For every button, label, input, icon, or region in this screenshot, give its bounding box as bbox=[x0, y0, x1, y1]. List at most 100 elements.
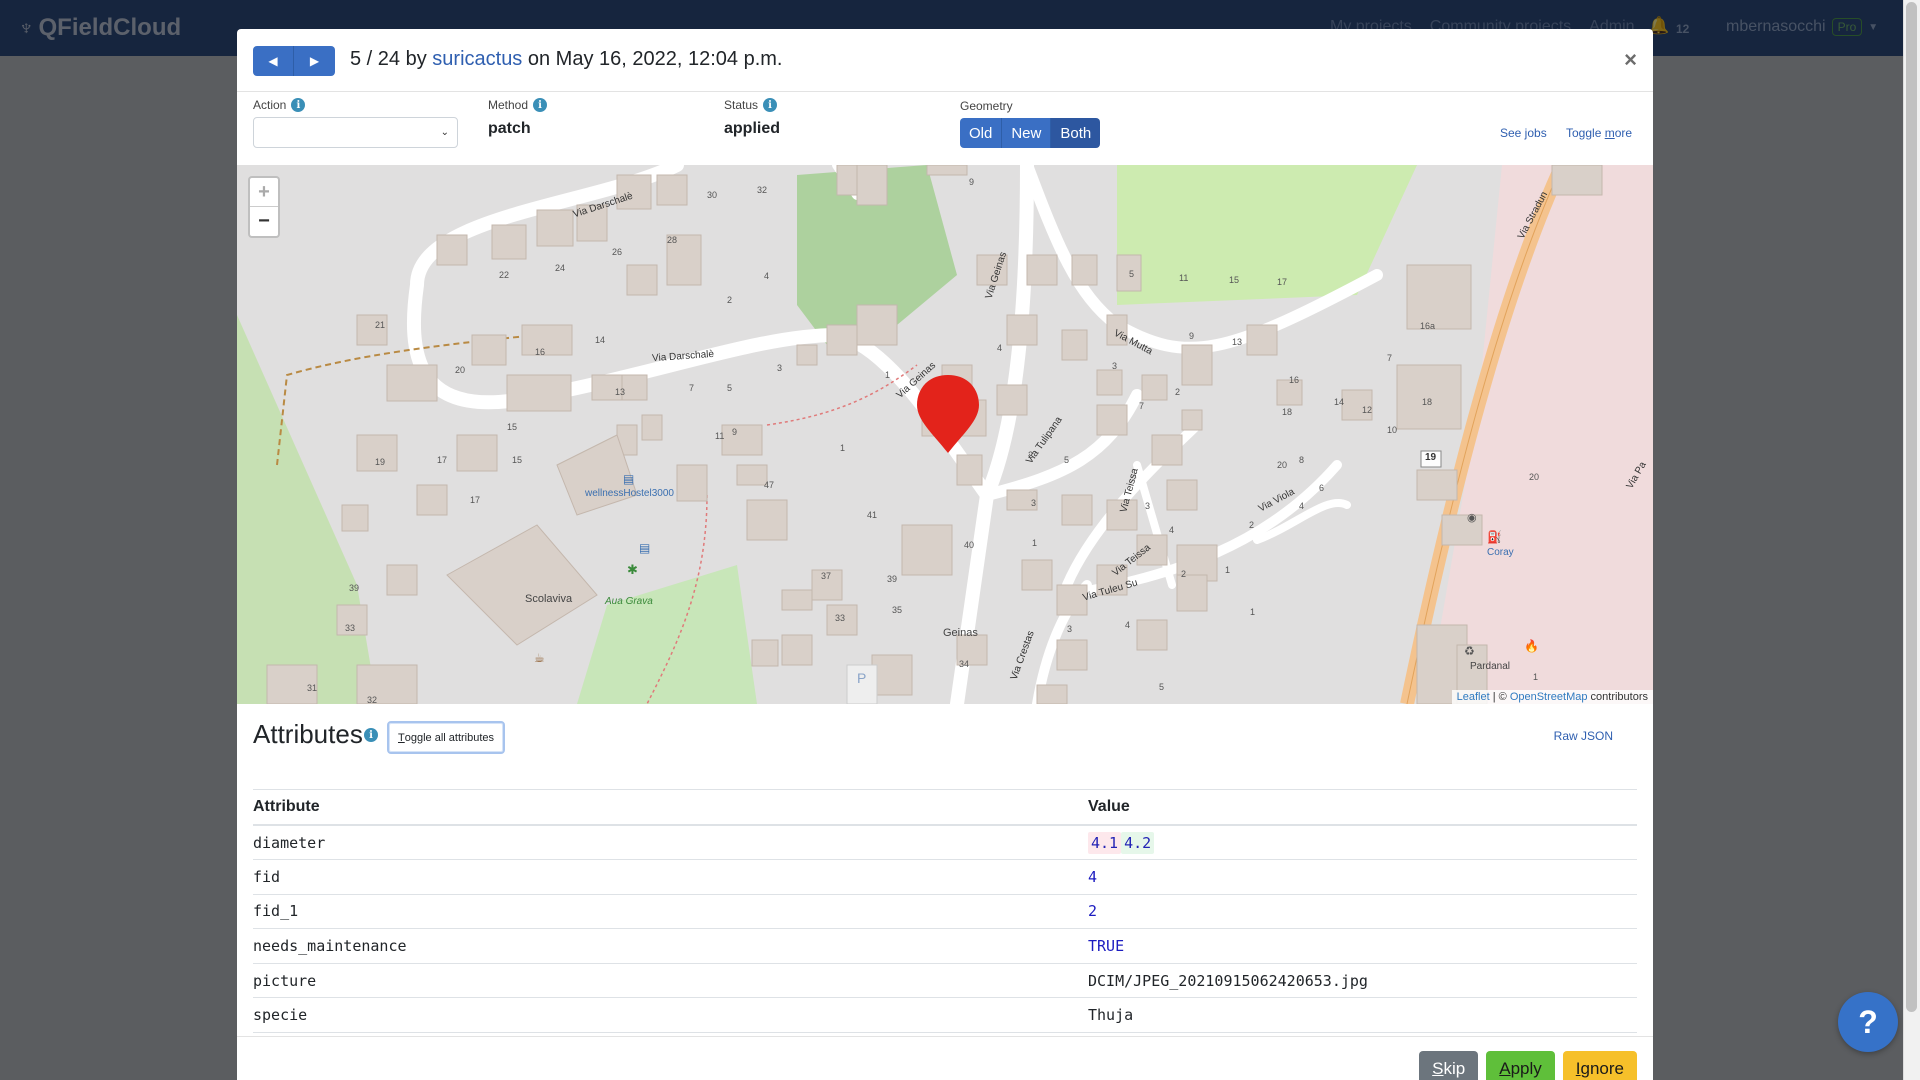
leaflet-link[interactable]: Leaflet bbox=[1457, 691, 1490, 703]
house-number-labels: 30 32 9 22 24 26 28 2 4 21 16 14 20 13 7… bbox=[237, 165, 1653, 704]
house-number: 20 bbox=[1277, 460, 1288, 470]
route-badge: 19 bbox=[1425, 452, 1437, 463]
old-value: 4.1 bbox=[1088, 831, 1122, 854]
map-attribution: Leaflet | © OpenStreetMap contributors bbox=[1451, 690, 1653, 704]
house-number: 41 bbox=[867, 510, 878, 520]
geometry-both-button[interactable]: Both bbox=[1051, 118, 1101, 148]
geometry-label: Geometry bbox=[960, 99, 1013, 113]
toggle-all-label: oggle all attributes bbox=[404, 731, 495, 744]
table-header-row: Attribute Value bbox=[253, 789, 1637, 826]
house-number: 9 bbox=[969, 177, 975, 187]
house-number: 3 bbox=[1031, 498, 1037, 508]
attribute-value: 2 bbox=[1088, 894, 1637, 930]
modal-title: 5 / 24 by suricactus on May 16, 2022, 12… bbox=[350, 48, 782, 71]
house-number: 34 bbox=[959, 659, 970, 669]
see-jobs-link[interactable]: See jobs bbox=[1500, 126, 1547, 140]
house-number: 20 bbox=[1529, 472, 1540, 482]
house-number: 9 bbox=[732, 427, 738, 437]
attribute-value-diff: 4.1 4.2 bbox=[1088, 825, 1637, 861]
apply-button[interactable]: Apply bbox=[1486, 1051, 1555, 1080]
house-number: 1 bbox=[1225, 565, 1231, 575]
geometry-new-button[interactable]: New bbox=[1002, 118, 1052, 148]
house-number: 11 bbox=[1179, 273, 1189, 283]
attribution-separator: | © bbox=[1489, 691, 1510, 703]
attribute-name: fid_1 bbox=[253, 894, 1088, 930]
close-button[interactable]: × bbox=[1624, 47, 1637, 73]
attribute-value: DCIM/JPEG_20210915062420653.jpg bbox=[1088, 963, 1637, 999]
delta-map[interactable]: Via Darschalè Via Darschalè Via Geinas V… bbox=[237, 165, 1653, 704]
house-number: 32 bbox=[757, 185, 768, 195]
house-number: 39 bbox=[887, 574, 898, 584]
house-number: 14 bbox=[595, 335, 606, 345]
house-number: 2 bbox=[1028, 450, 1034, 460]
action-select[interactable]: ⌄ bbox=[253, 117, 458, 148]
toggle-all-accesskey: T bbox=[398, 731, 405, 744]
raw-json-link[interactable]: Raw JSON bbox=[1554, 729, 1613, 743]
attribution-suffix: contributors bbox=[1587, 691, 1648, 703]
house-number: 15 bbox=[1229, 275, 1240, 285]
modal-footer-divider bbox=[237, 1036, 1653, 1037]
toggle-more-link[interactable]: Toggle more bbox=[1566, 126, 1632, 140]
house-number: 2 bbox=[1181, 569, 1187, 579]
house-number: 37 bbox=[821, 571, 832, 581]
house-number: 16 bbox=[535, 347, 546, 357]
column-header-value: Value bbox=[1088, 789, 1637, 826]
zoom-in-button[interactable]: + bbox=[250, 178, 278, 207]
zoom-out-button[interactable]: − bbox=[250, 207, 278, 236]
house-number: 47 bbox=[764, 480, 775, 490]
skip-label: kip bbox=[1443, 1059, 1466, 1078]
house-number: 1 bbox=[885, 370, 891, 380]
house-number: 19 bbox=[375, 457, 386, 467]
attributes-heading: Attributes bbox=[253, 719, 363, 749]
info-icon[interactable]: i bbox=[364, 728, 378, 742]
house-number: 3 bbox=[1112, 361, 1118, 371]
next-delta-button[interactable]: ▶ bbox=[294, 46, 335, 76]
help-button[interactable]: ? bbox=[1838, 992, 1898, 1052]
house-number: 5 bbox=[727, 383, 733, 393]
ignore-button[interactable]: Ignore bbox=[1562, 1051, 1637, 1080]
house-number: 5 bbox=[1159, 682, 1165, 692]
attribute-name: diameter bbox=[253, 825, 1088, 861]
attributes-table: Attribute Value diameter 4.1 4.2 fid 4 fi… bbox=[253, 789, 1637, 1034]
caret-left-icon: ◀ bbox=[268, 54, 278, 68]
osm-link[interactable]: OpenStreetMap bbox=[1510, 691, 1588, 703]
house-number: 15 bbox=[507, 422, 518, 432]
house-number: 18 bbox=[1282, 407, 1293, 417]
house-number: 7 bbox=[1139, 401, 1145, 411]
house-number: 20 bbox=[455, 365, 466, 375]
toggle-all-attributes-button[interactable]: Toggle all attributes bbox=[387, 721, 506, 754]
house-number: 1 bbox=[840, 443, 846, 453]
method-value: patch bbox=[488, 120, 531, 137]
skip-button[interactable]: Skip bbox=[1419, 1051, 1479, 1080]
house-number: 11 bbox=[715, 431, 725, 441]
house-number: 31 bbox=[307, 683, 318, 693]
house-number: 32 bbox=[367, 695, 378, 704]
house-number: 17 bbox=[437, 455, 448, 465]
page-scrollbar[interactable] bbox=[1903, 0, 1920, 1080]
house-number: 30 bbox=[707, 190, 718, 200]
action-label-text: Action bbox=[253, 98, 287, 112]
info-icon[interactable]: i bbox=[291, 98, 306, 112]
scrollbar-thumb[interactable] bbox=[1906, 2, 1917, 1012]
toggle-more-accesskey: m bbox=[1604, 126, 1615, 140]
title-date: on May 16, 2022, 12:04 p.m. bbox=[522, 48, 783, 70]
house-number: 3 bbox=[777, 363, 783, 373]
info-icon[interactable]: i bbox=[533, 98, 548, 112]
house-number: 22 bbox=[499, 270, 510, 280]
info-icon[interactable]: i bbox=[763, 98, 778, 112]
house-number: 1 bbox=[1533, 672, 1539, 682]
attribute-name: picture bbox=[253, 963, 1088, 999]
caret-right-icon: ▶ bbox=[309, 54, 320, 68]
title-user-link[interactable]: suricactus bbox=[432, 48, 522, 70]
modal-footer-actions: Skip Apply Ignore bbox=[1419, 1051, 1637, 1080]
geometry-old-button[interactable]: Old bbox=[960, 118, 1003, 148]
house-number: 7 bbox=[1387, 353, 1393, 363]
house-number: 35 bbox=[892, 605, 903, 615]
status-value: applied bbox=[724, 120, 781, 137]
toggle-more-prefix: Toggle bbox=[1566, 126, 1605, 140]
previous-delta-button[interactable]: ◀ bbox=[253, 46, 294, 76]
house-number: 21 bbox=[375, 320, 386, 330]
house-number: 24 bbox=[555, 263, 566, 273]
house-number: 2 bbox=[727, 295, 733, 305]
action-label: Action i bbox=[253, 98, 306, 112]
